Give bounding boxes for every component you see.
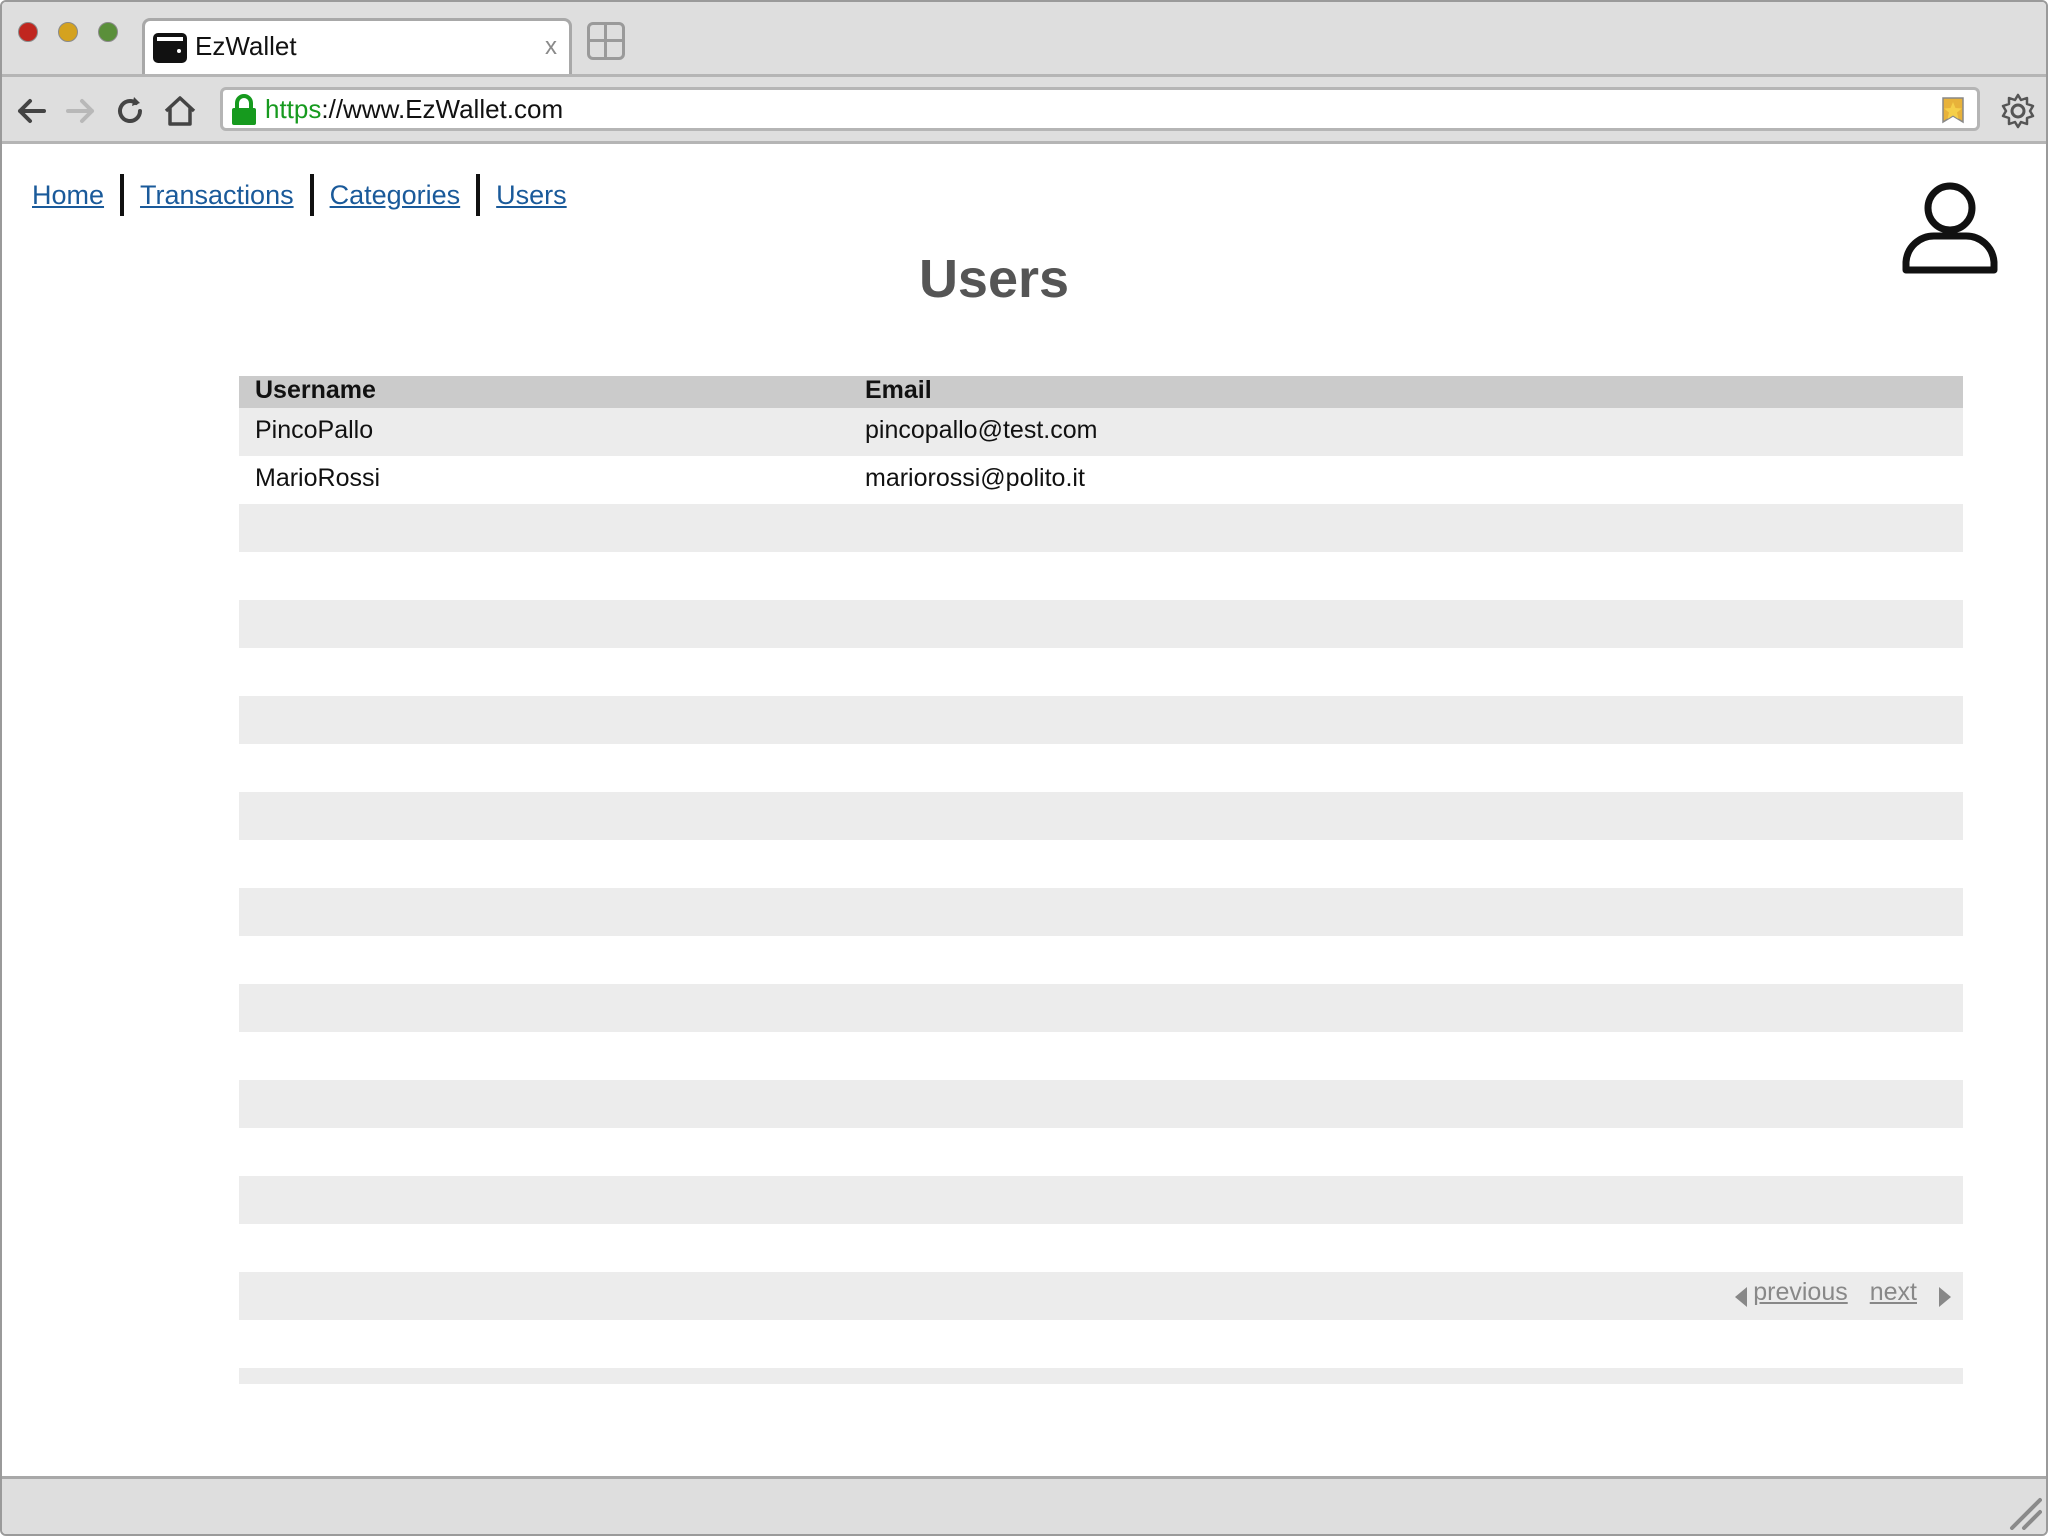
bookmark-star-icon[interactable] [1937,94,1969,126]
nav-divider [476,174,481,216]
reload-icon[interactable] [110,91,150,131]
forward-arrow-icon[interactable] [60,91,100,131]
minimize-window-button[interactable] [58,22,78,42]
empty-table-row [239,504,1963,552]
back-arrow-icon[interactable] [12,91,52,131]
cell-email: mariorossi@polito.it [865,464,1085,492]
gear-icon[interactable] [1998,91,2038,131]
resize-handle-icon[interactable] [2002,1490,2042,1530]
page-content: Home Transactions Categories Users Users… [2,144,2046,1474]
tab-close-icon[interactable]: x [545,33,557,61]
tab-strip: EzWallet x [2,2,2046,74]
url-domain: ://www.EzWallet.com [321,94,564,124]
close-window-button[interactable] [18,22,38,42]
table-end [239,1368,1963,1384]
empty-table-row [239,792,1963,840]
nav-link-users[interactable]: Users [496,180,567,211]
empty-table-row [239,984,1963,1032]
url-scheme: https [265,94,322,124]
wallet-icon [153,33,187,63]
empty-table-row [239,600,1963,648]
table-row[interactable]: MarioRossi mariorossi@polito.it [239,456,1963,504]
table-body: PincoPallo pincopallo@test.com MarioRoss… [239,408,1963,1368]
maximize-window-button[interactable] [98,22,118,42]
home-icon[interactable] [160,91,200,131]
empty-table-row [239,888,1963,936]
next-arrow-icon[interactable] [1939,1286,1951,1307]
main-nav: Home Transactions Categories Users [32,174,567,216]
empty-table-row [239,1080,1963,1128]
empty-table-row [239,1320,1963,1368]
previous-arrow-icon[interactable] [1735,1286,1748,1307]
cell-email: pincopallo@test.com [865,416,1098,444]
new-tab-button[interactable] [587,22,625,60]
empty-table-row [239,1032,1963,1080]
previous-page-link[interactable]: previous [1753,1278,1848,1307]
page-title: Users [918,249,1070,309]
empty-table-row [239,648,1963,696]
column-header-email: Email [865,376,932,404]
nav-link-transactions[interactable]: Transactions [140,180,294,211]
column-header-username: Username [255,376,376,404]
users-table: Username Email PincoPallo pincopallo@tes… [239,376,1963,1384]
nav-link-home[interactable]: Home [32,180,104,211]
empty-table-row [239,696,1963,744]
empty-table-row [239,1176,1963,1224]
table-row[interactable]: PincoPallo pincopallo@test.com [239,408,1963,456]
next-page-link[interactable]: next [1870,1278,1917,1307]
empty-table-row [239,840,1963,888]
url-text: https://www.EzWallet.com [265,94,563,125]
browser-toolbar: https://www.EzWallet.com [2,74,2046,144]
tab-title: EzWallet [195,31,297,61]
status-bar [2,1476,2046,1534]
nav-divider [309,174,314,216]
cell-username: PincoPallo [255,416,374,444]
empty-table-row [239,1224,1963,1272]
empty-table-row [239,552,1963,600]
empty-table-row: previous next [239,1272,1963,1320]
empty-table-row [239,1128,1963,1176]
browser-tab[interactable]: EzWallet x [142,18,572,74]
browser-window: EzWallet x https://www.EzWallet.com Home… [0,0,2048,1536]
nav-link-categories[interactable]: Categories [330,180,461,211]
cell-username: MarioRossi [255,464,381,492]
lock-icon [232,94,256,125]
nav-divider [120,174,125,216]
address-bar[interactable]: https://www.EzWallet.com [220,87,1980,131]
empty-table-row [239,936,1963,984]
empty-table-row [239,744,1963,792]
table-header: Username Email [239,376,1963,408]
pagination: previous next [1735,1278,1951,1307]
